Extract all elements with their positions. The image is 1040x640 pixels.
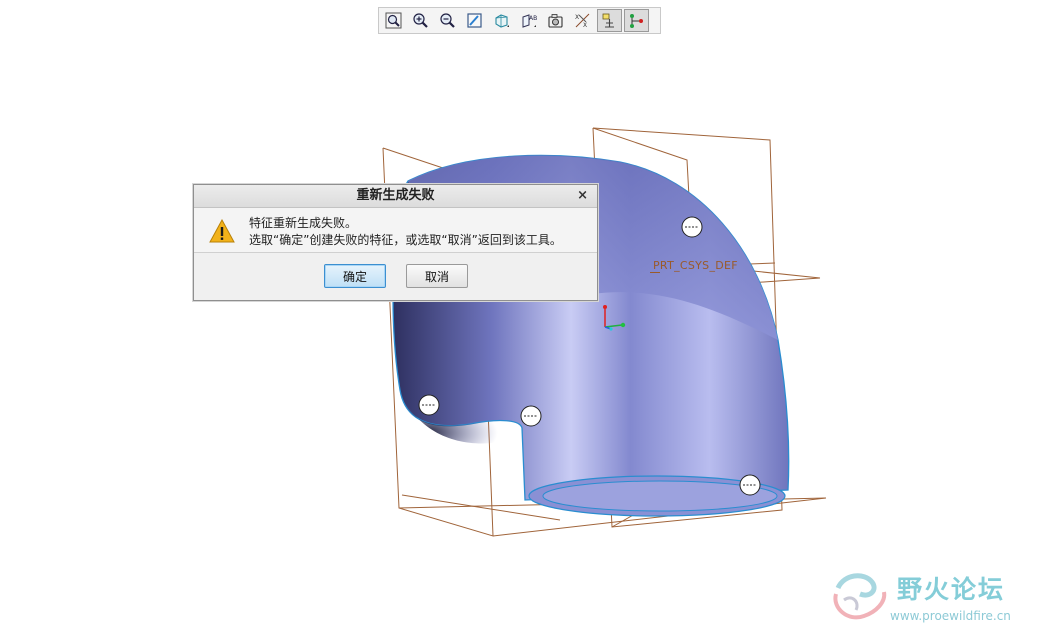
- view-toolbar: AB X X: [378, 7, 661, 34]
- datum-display-icon: X X: [575, 13, 590, 29]
- annotation-display-button[interactable]: [597, 9, 622, 32]
- dialog-title: 重新生成失败: [356, 188, 435, 203]
- dialog-message-line1: 特征重新生成失败。: [249, 216, 358, 230]
- drag-handle-bottom[interactable]: [739, 474, 761, 496]
- zoom-in-button[interactable]: [408, 9, 433, 32]
- drag-handle-inner[interactable]: [520, 405, 542, 427]
- tree-display-button[interactable]: [624, 9, 649, 32]
- saved-views-button[interactable]: AB: [516, 9, 541, 32]
- spin-center-button[interactable]: [543, 9, 568, 32]
- repaint-button[interactable]: [462, 9, 487, 32]
- dialog-title-bar[interactable]: 重新生成失败 ×: [194, 185, 597, 208]
- svg-text:AB: AB: [529, 15, 537, 22]
- zoom-fit-button[interactable]: [381, 9, 406, 32]
- datum-label: PRT_CSYS_DEF: [650, 259, 738, 273]
- model-canvas[interactable]: [0, 0, 1040, 636]
- drag-handle-top[interactable]: [681, 216, 703, 238]
- ok-button[interactable]: 确定: [324, 264, 386, 288]
- annotation-display-icon: [602, 13, 614, 28]
- zoom-fit-icon: [385, 12, 402, 29]
- close-icon[interactable]: ×: [577, 185, 588, 207]
- zoom-out-icon: [440, 13, 455, 28]
- watermark: 野火论坛 www.proewildfire.cn: [830, 568, 1035, 630]
- repaint-icon: [467, 13, 482, 28]
- drag-handle-left[interactable]: [418, 394, 440, 416]
- cancel-button[interactable]: 取消: [406, 264, 468, 288]
- dialog-message-area: 特征重新生成失败。 选取“确定”创建失败的特征，或选取“取消”返回到该工具。: [194, 208, 597, 253]
- display-style-icon: [495, 14, 509, 28]
- tree-display-icon: [630, 14, 643, 28]
- regeneration-failed-dialog: 重新生成失败 × 特征重新生成失败。 选取“确定”创建失败的特征，或选取“取消”…: [193, 184, 598, 301]
- watermark-url: www.proewildfire.cn: [890, 609, 1011, 623]
- svg-text:X: X: [575, 14, 579, 21]
- display-style-button[interactable]: [489, 9, 514, 32]
- datum-display-button[interactable]: X X: [570, 9, 595, 32]
- zoom-in-icon: [413, 13, 428, 28]
- model-viewport[interactable]: PRT_CSYS_DEF: [0, 0, 1040, 636]
- zoom-out-button[interactable]: [435, 9, 460, 32]
- saved-views-icon: AB: [522, 14, 537, 28]
- warning-icon: [209, 219, 235, 243]
- svg-text:X: X: [583, 22, 587, 29]
- watermark-logo-icon: [833, 573, 887, 620]
- watermark-name: 野火论坛: [897, 575, 1006, 604]
- spin-center-icon: [548, 14, 563, 28]
- dialog-message-line2: 选取“确定”创建失败的特征，或选取“取消”返回到该工具。: [249, 233, 562, 247]
